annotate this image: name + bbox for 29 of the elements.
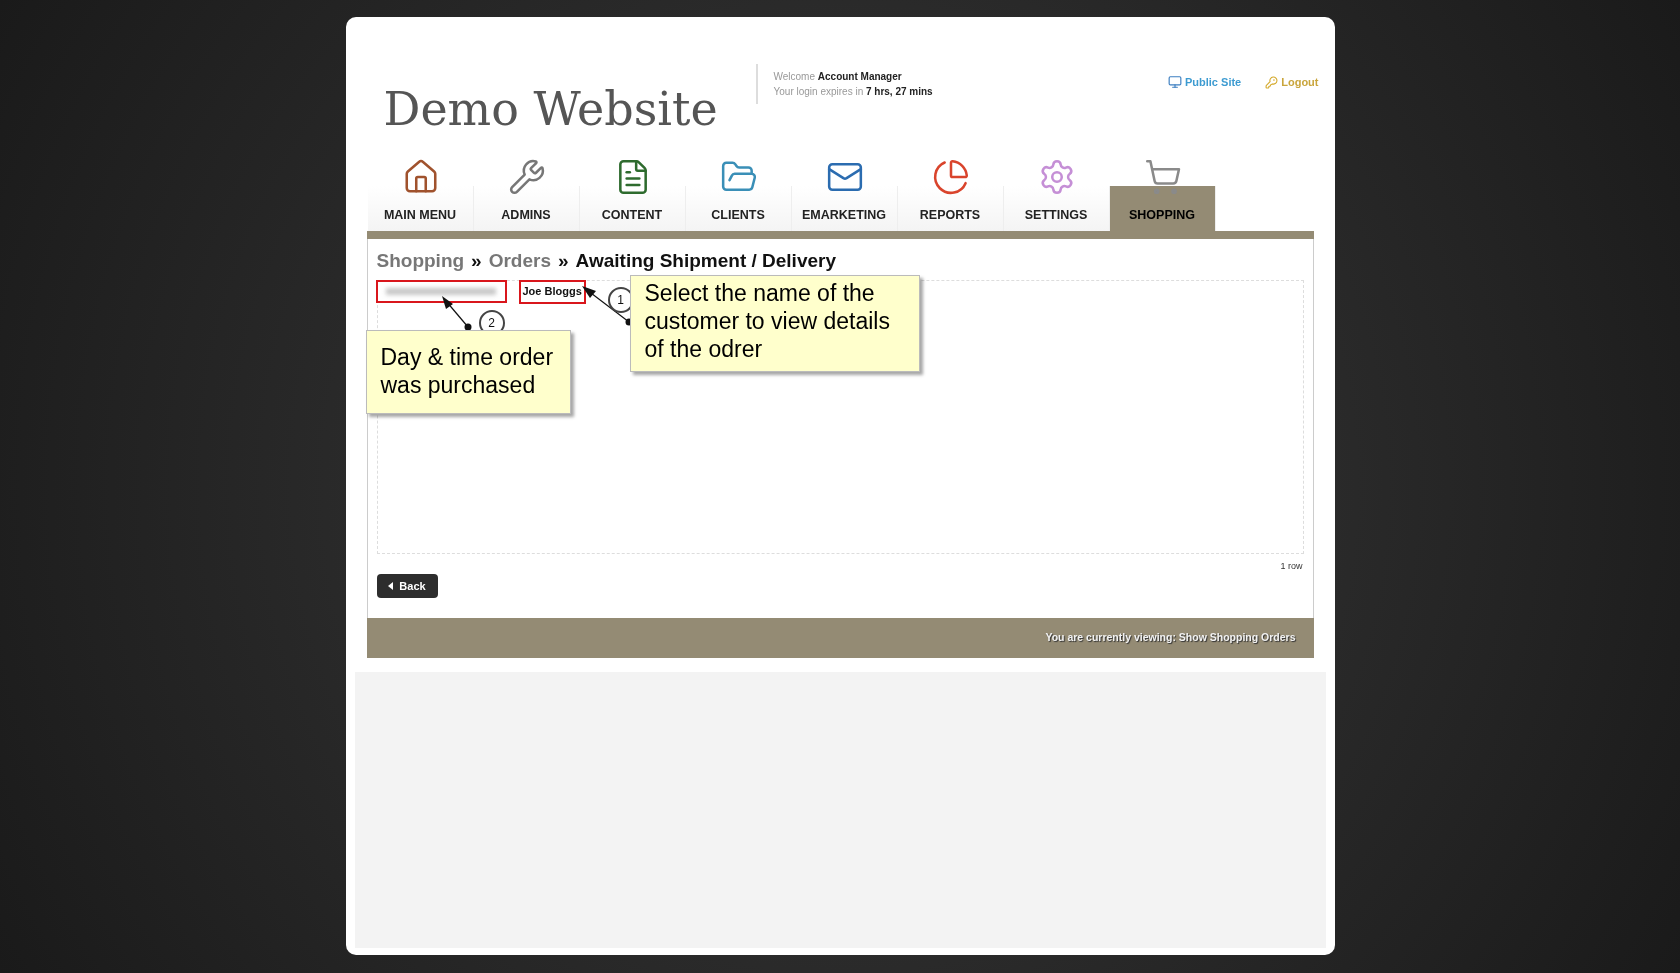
nav-tab[interactable]: ADMINS [473,186,580,231]
pointer-arrow [441,296,471,331]
pie-chart-icon [931,158,970,196]
monitor-icon [1168,75,1182,90]
site-title: Demo Website [383,81,719,138]
key-icon [1265,75,1279,89]
breadcrumb-link[interactable]: Orders [488,247,551,276]
back-button[interactable]: Back [376,574,438,598]
footer-status-text: You are currently viewing: Show Shopping Orders [1045,630,1296,646]
breadcrumb-current: Awaiting Shipment / Delivery [575,249,836,273]
nav-tab[interactable]: CLIENTS [685,186,792,231]
nav-tab[interactable]: EMARKETING [791,186,898,231]
login-expiry-text: Your login expires in 7 hrs, 27 mins [773,85,933,99]
nav-tab[interactable]: SETTINGS [1003,186,1110,231]
breadcrumb-separator: » [558,249,569,273]
customer-name-link[interactable]: Joe Bloggs [518,279,586,304]
left-triangle-icon [388,582,394,590]
cart-icon [1143,158,1182,196]
breadcrumb-link[interactable]: Shopping [376,247,465,276]
row-count: 1 row [1280,559,1303,573]
welcome-text: Welcome Account Manager [773,70,903,84]
wrench-icon [507,158,546,196]
breadcrumb-separator: » [471,249,482,273]
nav-tab[interactable]: SHOPPING [1109,186,1216,231]
nav-tab[interactable]: REPORTS [897,186,1004,231]
nav-tab[interactable]: CONTENT [579,186,686,231]
nav-tab[interactable]: MAIN MENU [367,186,474,231]
callout-note: Select the name of the customer to view details of the odrer [629,275,920,372]
callout-note: Day & time order was purchased [365,330,571,414]
